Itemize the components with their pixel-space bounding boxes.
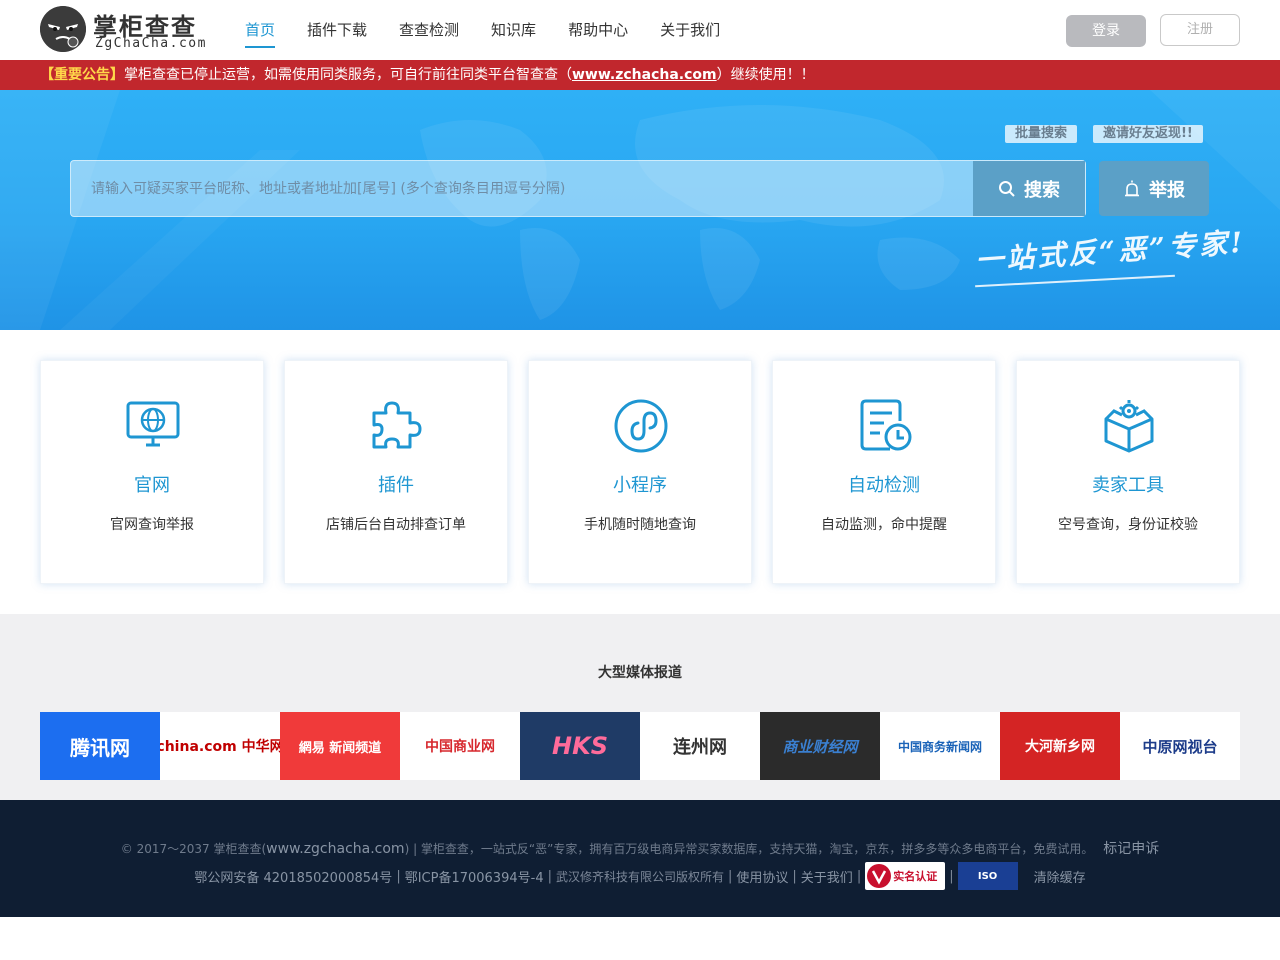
- footer-copyright: © 2017～2037 掌柜查查(www.zgchacha.com) | 掌柜查…: [0, 838, 1280, 858]
- announcement-tag: 【重要公告】: [40, 67, 124, 83]
- footer: © 2017～2037 掌柜查查(www.zgchacha.com) | 掌柜查…: [0, 800, 1280, 917]
- announcement-link[interactable]: www.zchacha.com: [572, 67, 717, 83]
- alarm-icon: [1125, 180, 1139, 196]
- media-section: 大型媒体报道 腾讯网 china.com 中华网 網易 新闻频道 中国商业网 H…: [0, 614, 1280, 800]
- police-record-link[interactable]: 鄂公网安备 42018502000854号: [194, 867, 392, 886]
- card-desc: 空号查询，身份证校验: [1058, 517, 1198, 533]
- footer-domain-link[interactable]: www.zgchacha.com: [266, 841, 404, 857]
- divider: |: [396, 868, 401, 884]
- card-title: 小程序: [613, 475, 667, 496]
- register-button[interactable]: 注册: [1160, 14, 1240, 46]
- media-logo-zhongyuan-tv[interactable]: 中原网视台: [1120, 712, 1240, 780]
- box-gear-icon: [1104, 400, 1154, 453]
- divider: |: [856, 868, 862, 884]
- iso-badge[interactable]: ISO: [957, 862, 1018, 890]
- divider: |: [728, 868, 733, 884]
- card-auto-detect[interactable]: 自动检测 自动监测，命中提醒: [772, 360, 996, 584]
- card-title: 官网: [134, 475, 170, 496]
- logo-subtitle: ZgChaCha.com: [95, 36, 207, 51]
- card-seller-tools[interactable]: 卖家工具 空号查询，身份证校验: [1016, 360, 1240, 584]
- card-desc: 自动监测，命中提醒: [821, 517, 947, 533]
- card-title: 卖家工具: [1092, 475, 1164, 496]
- icp-link[interactable]: 鄂ICP备17006394号-4: [405, 867, 544, 886]
- media-logo-ccwin[interactable]: 中国商业网: [400, 712, 520, 780]
- main-nav: 首页 插件下载 查查检测 知识库 帮助中心 关于我们: [230, 0, 737, 60]
- document-clock-icon: [860, 399, 912, 451]
- puzzle-icon: [372, 401, 422, 449]
- media-logo-hks[interactable]: HKS: [520, 712, 640, 780]
- announcement-text: 掌柜查查已停止运营，如需使用同类服务，可自行前往同类平台智查查（: [124, 67, 572, 83]
- hero-banner: 批量搜索 邀请好友返现!! 搜索 举报 一站式反“恶”专家!: [0, 90, 1280, 330]
- nav-plugin-download[interactable]: 插件下载: [292, 0, 382, 60]
- media-logo-china-commerce-news[interactable]: 中国商务新闻网: [880, 712, 1000, 780]
- divider: |: [547, 868, 552, 884]
- media-logos: 腾讯网 china.com 中华网 網易 新闻频道 中国商业网 HKS 连州网 …: [40, 712, 1240, 780]
- invite-friends-button[interactable]: 邀请好友返现!!: [1093, 125, 1203, 143]
- media-section-title: 大型媒体报道: [598, 665, 682, 681]
- terms-link[interactable]: 使用协议: [736, 867, 788, 886]
- media-logo-lianzhou[interactable]: 连州网: [640, 712, 760, 780]
- clear-cache-link[interactable]: 清除缓存: [1034, 867, 1086, 886]
- mini-program-icon: [614, 399, 668, 453]
- logo-mascot-icon: [40, 6, 86, 52]
- batch-search-button[interactable]: 批量搜索: [1005, 125, 1078, 143]
- media-logo-tencent[interactable]: 腾讯网: [40, 712, 160, 780]
- nav-about-us[interactable]: 关于我们: [645, 0, 735, 60]
- nav-knowledge-base[interactable]: 知识库: [476, 0, 551, 60]
- search-icon: [999, 180, 1015, 197]
- feature-cards: 官网 官网查询举报 插件 店铺后台自动排查订单 小程序 手机随时随地查询 自动检…: [40, 360, 1240, 584]
- search-button-label: 搜索: [1024, 179, 1060, 201]
- verified-icon: [867, 864, 892, 888]
- card-mini-program[interactable]: 小程序 手机随时随地查询: [528, 360, 752, 584]
- card-desc: 手机随时随地查询: [584, 517, 696, 533]
- media-logo-business-finance[interactable]: 商业财经网: [760, 712, 880, 780]
- company-copyright: 武汉修齐科技有限公司版权所有: [555, 869, 724, 884]
- media-logo-china-com[interactable]: china.com 中华网: [160, 712, 280, 780]
- login-button[interactable]: 登录: [1066, 15, 1146, 47]
- divider: |: [792, 868, 797, 884]
- copyright-description: ) | 掌柜查查，一站式反“恶”专家，拥有百万级电商异常买家数据库，支持天猫，淘…: [404, 842, 1094, 856]
- search-button[interactable]: 搜索: [973, 161, 1085, 216]
- monitor-globe-icon: [126, 401, 180, 447]
- card-desc: 官网查询举报: [110, 517, 194, 533]
- card-official-site[interactable]: 官网 官网查询举报: [40, 360, 264, 584]
- media-logo-netease[interactable]: 網易 新闻频道: [280, 712, 400, 780]
- site-logo[interactable]: 掌柜查查 ZgChaCha.com: [40, 6, 230, 54]
- copyright-text: © 2017～2037 掌柜查查(: [120, 842, 267, 856]
- about-link[interactable]: 关于我们: [801, 867, 853, 886]
- nav-home[interactable]: 首页: [230, 0, 290, 60]
- header: 掌柜查查 ZgChaCha.com 首页 插件下载 查查检测 知识库 帮助中心 …: [0, 0, 1280, 60]
- report-button-label: 举报: [1149, 179, 1185, 201]
- search-input[interactable]: [71, 161, 975, 216]
- footer-links: 鄂公网安备 42018502000854号 | 鄂ICP备17006394号-4…: [0, 862, 1280, 890]
- nav-check[interactable]: 查查检测: [384, 0, 474, 60]
- search-bar: 搜索: [70, 160, 1086, 217]
- card-plugin[interactable]: 插件 店铺后台自动排查订单: [284, 360, 508, 584]
- card-title: 插件: [378, 475, 414, 496]
- card-title: 自动检测: [848, 475, 920, 496]
- announcement-bar: 【重要公告】掌柜查查已停止运营，如需使用同类服务，可自行前往同类平台智查查（ww…: [0, 60, 1280, 90]
- real-name-badge-label: 实名认证: [893, 870, 938, 883]
- appeal-link[interactable]: 标记申诉: [1103, 841, 1159, 857]
- announcement-text-end: ）继续使用！！: [716, 67, 815, 83]
- report-button[interactable]: 举报: [1099, 161, 1209, 216]
- card-desc: 店铺后台自动排查订单: [326, 517, 466, 533]
- nav-help-center[interactable]: 帮助中心: [553, 0, 643, 60]
- real-name-badge[interactable]: 实名认证: [865, 862, 946, 890]
- media-logo-daheng-xinxiang[interactable]: 大河新乡网: [1000, 712, 1120, 780]
- divider: |: [949, 868, 954, 884]
